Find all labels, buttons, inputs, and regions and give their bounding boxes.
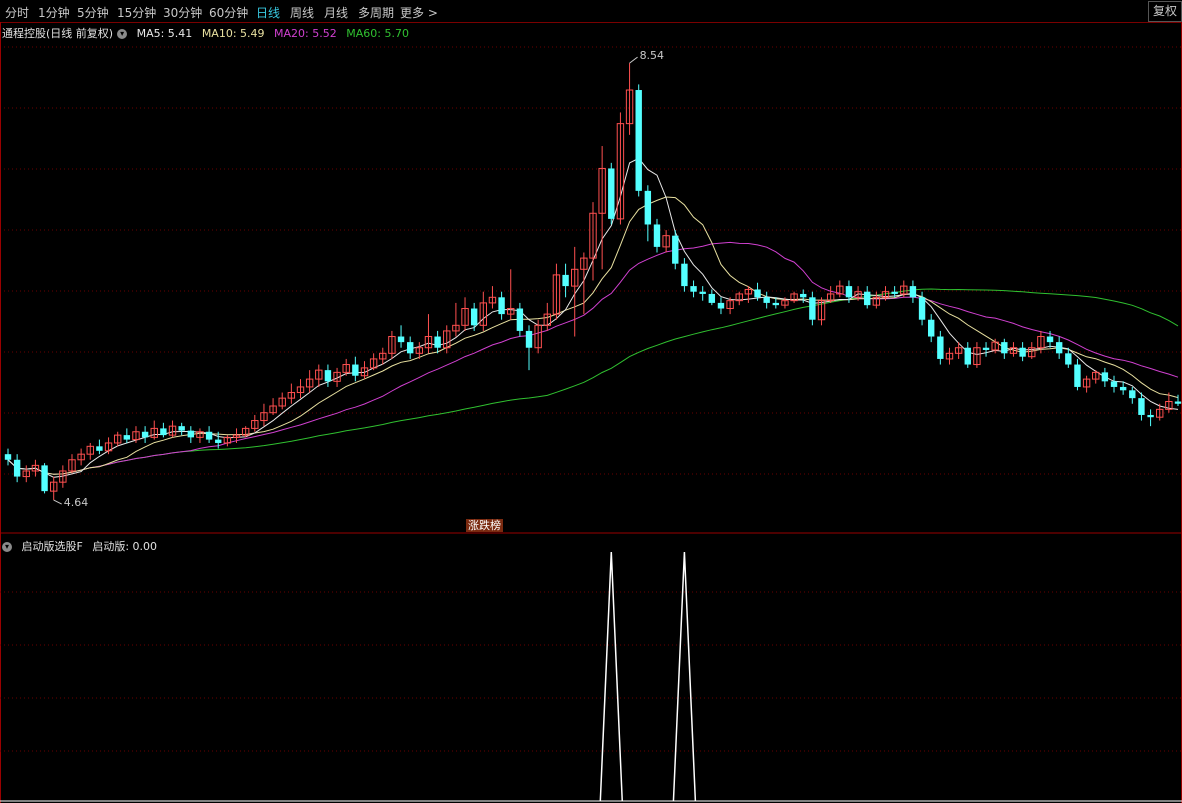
candle-down (891, 291, 898, 294)
tab-period-10[interactable]: 更多 > (400, 4, 438, 21)
candle-down (1147, 414, 1154, 418)
candle-down (644, 190, 652, 225)
candle-down (434, 336, 441, 348)
candle-down (1119, 386, 1127, 391)
tab-period-9[interactable]: 多周期 (358, 4, 394, 21)
candle-down (1019, 347, 1026, 357)
indicator-spike (599, 551, 623, 802)
candle-down (205, 431, 213, 440)
high-price-label: 8.54 (639, 49, 665, 63)
candle-down (141, 431, 149, 438)
candle-down (690, 286, 697, 292)
tab-period-5[interactable]: 60分钟 (209, 4, 248, 21)
candle-down (498, 297, 505, 315)
candle-down (928, 319, 935, 337)
candle-down (1110, 381, 1118, 387)
candle-down (982, 347, 990, 350)
candle-down (754, 289, 761, 298)
tab-period-6[interactable]: 日线 (256, 4, 280, 21)
tab-period-0[interactable]: 分时 (5, 4, 29, 21)
candle-down (1174, 401, 1182, 404)
candle-down (1046, 336, 1054, 343)
candle-down (918, 297, 926, 320)
candle-down (406, 342, 414, 354)
ma60-line (7, 288, 1179, 475)
low-pointer (53, 499, 62, 505)
candle-down (4, 454, 12, 460)
candle-down (96, 446, 103, 451)
tab-period-3[interactable]: 15分钟 (117, 4, 156, 21)
candle-down (809, 297, 816, 320)
ranking-badge[interactable]: 涨跌榜 (466, 519, 503, 532)
candle-down (772, 302, 780, 306)
candle-down (160, 428, 167, 436)
candle-down (470, 308, 478, 326)
candle-down (635, 90, 642, 191)
tab-period-2[interactable]: 5分钟 (77, 4, 109, 21)
indicator-spike (672, 551, 697, 802)
candle-down (964, 347, 971, 365)
candle-down (800, 293, 807, 298)
candle-down (1129, 390, 1136, 399)
candle-down (1138, 398, 1145, 415)
tab-period-4[interactable]: 30分钟 (163, 4, 202, 21)
tab-period-8[interactable]: 月线 (324, 4, 348, 21)
kline-chart[interactable] (0, 22, 1182, 803)
candle-down (1065, 353, 1072, 365)
candle-down (909, 286, 917, 298)
candle-down (13, 459, 21, 477)
high-pointer (629, 56, 638, 64)
candle-down (845, 286, 853, 298)
tab-period-1[interactable]: 1分钟 (38, 4, 70, 21)
candle-down (864, 291, 871, 306)
candle-down (1055, 342, 1063, 354)
candle-down (1074, 364, 1081, 387)
candle-down (187, 430, 195, 438)
candle-down (516, 308, 524, 331)
candle-down (699, 291, 706, 294)
candle-down (717, 302, 725, 309)
candle-down (178, 426, 185, 431)
candle-down (937, 336, 944, 359)
candle-down (41, 465, 48, 492)
candle-down (681, 263, 688, 287)
candle-down (653, 224, 661, 247)
candle-down (352, 364, 359, 376)
candle-down (215, 439, 222, 443)
adjust-button[interactable]: 复权 (1147, 1, 1182, 22)
candle-down (397, 336, 405, 343)
candle-down (763, 297, 770, 303)
period-toolbar: 分时 1分钟 5分钟 15分钟 30分钟 60分钟 日线 周线 月线 多周期 更多 > (0, 0, 1182, 23)
low-price-label: 4.64 (63, 496, 89, 510)
candle-down (562, 274, 569, 287)
candle-down (708, 293, 716, 303)
candle-down (123, 435, 131, 440)
candle-down (672, 235, 679, 264)
tab-period-7[interactable]: 周线 (290, 4, 314, 21)
candle-down (324, 370, 332, 382)
candle-down (525, 330, 533, 348)
candle-down (1001, 342, 1008, 354)
candle-down (608, 168, 615, 219)
candle-down (1101, 372, 1109, 382)
